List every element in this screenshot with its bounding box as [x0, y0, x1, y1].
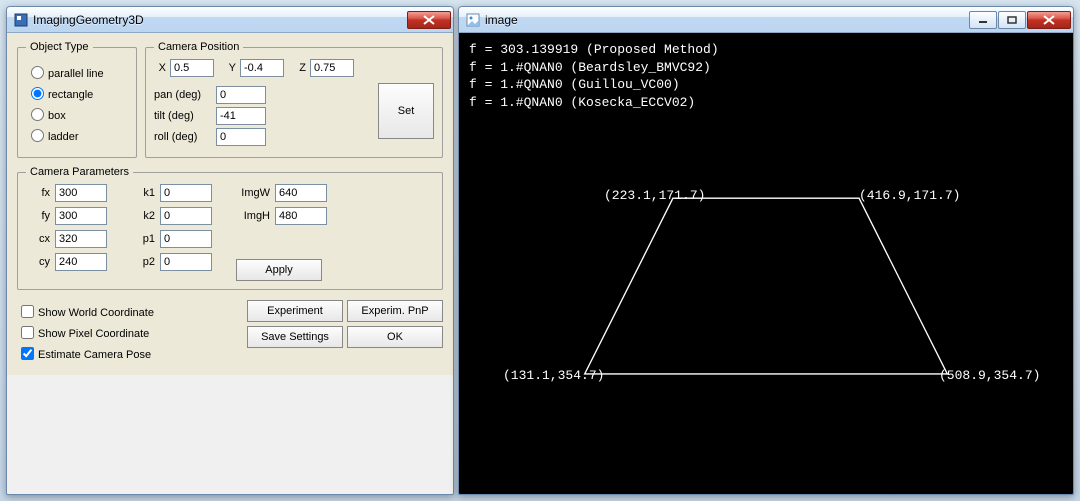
- radio-ladder[interactable]: ladder: [26, 126, 128, 143]
- corner-br-label: (508.9,354.7): [939, 368, 1040, 383]
- roll-label: roll (deg): [154, 131, 210, 143]
- estimate-camera-pose-label: Estimate Camera Pose: [38, 349, 151, 361]
- window-title: ImagingGeometry3D: [33, 13, 407, 27]
- fy-label: fy: [26, 210, 50, 222]
- radio-parallel-line-label: parallel line: [48, 68, 104, 80]
- titlebar[interactable]: image: [459, 7, 1073, 33]
- imgw-input[interactable]: [275, 184, 327, 202]
- maximize-button[interactable]: [998, 11, 1026, 29]
- save-settings-button[interactable]: Save Settings: [247, 326, 343, 348]
- radio-box[interactable]: box: [26, 105, 128, 122]
- window-title: image: [485, 13, 969, 27]
- show-pixel-coord-label: Show Pixel Coordinate: [38, 328, 149, 340]
- ok-button[interactable]: OK: [347, 326, 443, 348]
- y-label: Y: [218, 62, 236, 74]
- fx-input[interactable]: [55, 184, 107, 202]
- image-window: image f = 303.139919 (Proposed Method) f…: [458, 6, 1074, 495]
- k1-label: k1: [131, 187, 155, 199]
- minimize-button[interactable]: [969, 11, 997, 29]
- close-button[interactable]: [1027, 11, 1071, 29]
- y-input[interactable]: [240, 59, 284, 77]
- roll-input[interactable]: [216, 128, 266, 146]
- z-input[interactable]: [310, 59, 354, 77]
- close-button[interactable]: [407, 11, 451, 29]
- object-type-legend: Object Type: [26, 41, 93, 53]
- p1-label: p1: [131, 233, 155, 245]
- image-viewport: f = 303.139919 (Proposed Method) f = 1.#…: [459, 33, 1073, 494]
- show-world-coord-check[interactable]: Show World Coordinate: [17, 302, 154, 321]
- k2-label: k2: [131, 210, 155, 222]
- camera-parameters-group: Camera Parameters fx fy cx cy k1 k2 p1 p…: [17, 166, 443, 290]
- cx-input[interactable]: [55, 230, 107, 248]
- experiment-button[interactable]: Experiment: [247, 300, 343, 322]
- app-icon: [13, 12, 29, 28]
- imgw-label: ImgW: [236, 187, 270, 199]
- p2-input[interactable]: [160, 253, 212, 271]
- output-line: f = 303.139919 (Proposed Method): [469, 41, 1063, 59]
- output-line: f = 1.#QNAN0 (Kosecka_ECCV02): [469, 94, 1063, 112]
- dialog-body: Object Type parallel line rectangle box …: [7, 33, 453, 375]
- corner-bl-label: (131.1,354.7): [503, 368, 604, 383]
- tilt-input[interactable]: [216, 107, 266, 125]
- experiment-pnp-button[interactable]: Experim. PnP: [347, 300, 443, 322]
- output-text: f = 303.139919 (Proposed Method) f = 1.#…: [469, 41, 1063, 111]
- radio-rectangle-label: rectangle: [48, 89, 93, 101]
- set-button[interactable]: Set: [378, 83, 434, 139]
- apply-button[interactable]: Apply: [236, 259, 322, 281]
- show-world-coord-label: Show World Coordinate: [38, 307, 154, 319]
- tilt-label: tilt (deg): [154, 110, 210, 122]
- output-line: f = 1.#QNAN0 (Beardsley_BMVC92): [469, 59, 1063, 77]
- k2-input[interactable]: [160, 207, 212, 225]
- radio-box-label: box: [48, 110, 66, 122]
- fx-label: fx: [26, 187, 50, 199]
- imaging-geometry-window: ImagingGeometry3D Object Type parallel l…: [6, 6, 454, 495]
- output-line: f = 1.#QNAN0 (Guillou_VC00): [469, 76, 1063, 94]
- cy-label: cy: [26, 256, 50, 268]
- camera-position-group: Camera Position X Y Z pan (deg) tilt (de…: [145, 41, 443, 158]
- image-icon: [465, 12, 481, 28]
- corner-tl-label: (223.1,171.7): [604, 188, 705, 203]
- estimate-camera-pose-check[interactable]: Estimate Camera Pose: [17, 344, 154, 363]
- camera-position-legend: Camera Position: [154, 41, 243, 53]
- pan-label: pan (deg): [154, 89, 210, 101]
- radio-parallel-line[interactable]: parallel line: [26, 63, 128, 80]
- x-label: X: [154, 62, 166, 74]
- titlebar[interactable]: ImagingGeometry3D: [7, 7, 453, 33]
- radio-ladder-label: ladder: [48, 131, 79, 143]
- pan-input[interactable]: [216, 86, 266, 104]
- k1-input[interactable]: [160, 184, 212, 202]
- corner-tr-label: (416.9,171.7): [859, 188, 960, 203]
- radio-rectangle[interactable]: rectangle: [26, 84, 128, 101]
- fy-input[interactable]: [55, 207, 107, 225]
- object-type-group: Object Type parallel line rectangle box …: [17, 41, 137, 158]
- cx-label: cx: [26, 233, 50, 245]
- p1-input[interactable]: [160, 230, 212, 248]
- imgh-input[interactable]: [275, 207, 327, 225]
- p2-label: p2: [131, 256, 155, 268]
- show-pixel-coord-check[interactable]: Show Pixel Coordinate: [17, 323, 154, 342]
- z-label: Z: [288, 62, 306, 74]
- camera-parameters-legend: Camera Parameters: [26, 166, 133, 178]
- imgh-label: ImgH: [236, 210, 270, 222]
- cy-input[interactable]: [55, 253, 107, 271]
- x-input[interactable]: [170, 59, 214, 77]
